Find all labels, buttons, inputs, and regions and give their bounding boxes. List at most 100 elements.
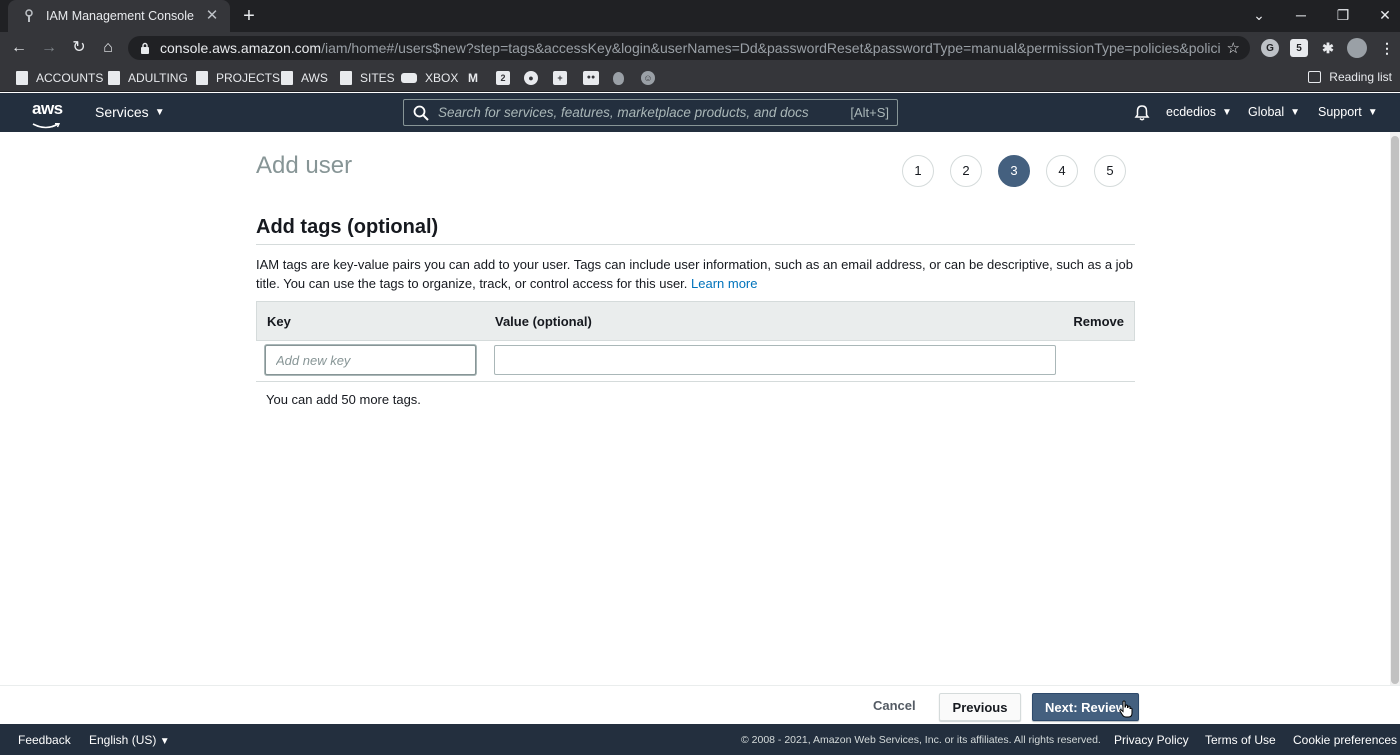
hand-cursor-icon: [1119, 700, 1133, 718]
reload-icon[interactable]: ↻: [68, 37, 90, 59]
tab-title: IAM Management Console: [46, 9, 194, 23]
reading-list[interactable]: Reading list: [1308, 70, 1392, 84]
new-tab-button[interactable]: +: [238, 5, 260, 27]
tab-search-icon[interactable]: ⌄: [1246, 4, 1272, 26]
bookmark-plus[interactable]: +: [553, 70, 567, 86]
folder-icon: [340, 71, 352, 85]
github-icon: ●: [524, 71, 538, 85]
bookmark-medium[interactable]: ●●: [583, 70, 599, 86]
extensions-puzzle-icon[interactable]: ✱: [1319, 39, 1337, 57]
lock-icon[interactable]: [140, 41, 152, 55]
account-menu[interactable]: ecdedios ▼: [1166, 105, 1232, 119]
learn-more-link[interactable]: Learn more: [691, 276, 757, 291]
previous-button[interactable]: Previous: [939, 693, 1021, 721]
column-key: Key: [267, 314, 291, 329]
home-icon[interactable]: ⌂: [97, 37, 119, 59]
bookmark-label: ADULTING: [128, 71, 188, 85]
bookmark-star-icon[interactable]: ☆: [1227, 39, 1240, 57]
page-title: Add user: [256, 152, 353, 179]
bookmark-accounts[interactable]: ACCOUNTS: [16, 70, 103, 86]
services-label: Services: [95, 104, 149, 120]
tags-table-header: Key Value (optional) Remove: [256, 301, 1135, 341]
url-host: console.aws.amazon.com: [160, 40, 322, 56]
support-label: Support: [1318, 105, 1362, 119]
forward-icon[interactable]: →: [38, 37, 60, 59]
aws-footer: Feedback English (US) ▼ © 2008 - 2021, A…: [0, 724, 1400, 755]
tab-close-icon[interactable]: ✕: [204, 8, 220, 24]
maximize-icon[interactable]: ❐: [1330, 4, 1356, 26]
feedback-link[interactable]: Feedback: [18, 733, 71, 747]
wizard-action-bar: Cancel Previous Next: Review: [0, 685, 1400, 724]
account-name: ecdedios: [1166, 105, 1217, 119]
reddit-icon: ☺: [641, 71, 655, 85]
address-bar[interactable]: console.aws.amazon.com/iam/home#/users$n…: [128, 36, 1250, 60]
notifications-bell-icon[interactable]: [1133, 104, 1151, 122]
search-input[interactable]: [438, 105, 851, 120]
tag-value-input[interactable]: [494, 345, 1056, 375]
aws-smile-icon: [32, 122, 61, 129]
wizard-step-1[interactable]: 1: [902, 155, 934, 187]
caret-down-icon: ▼: [159, 736, 170, 747]
bookmark-sites[interactable]: SITES: [340, 70, 395, 86]
back-icon[interactable]: ←: [8, 37, 30, 59]
bookmark-2[interactable]: 2: [496, 70, 510, 86]
services-menu[interactable]: Services ▼: [95, 104, 165, 120]
url-text[interactable]: console.aws.amazon.com/iam/home#/users$n…: [160, 40, 1221, 56]
b-icon: 2: [496, 71, 510, 85]
bookmark-label: ACCOUNTS: [36, 71, 104, 85]
bookmark-label: PROJECTS: [216, 71, 281, 85]
privacy-policy-link[interactable]: Privacy Policy: [1114, 733, 1189, 747]
bookmark-github[interactable]: ●: [524, 70, 538, 86]
bookmark-label: AWS: [301, 71, 328, 85]
medium-icon: ●●: [583, 71, 599, 85]
region-menu[interactable]: Global ▼: [1248, 105, 1300, 119]
iam-favicon-icon: [22, 9, 36, 23]
cookie-preferences-link[interactable]: Cookie preferences: [1293, 733, 1397, 747]
remaining-tags-text: You can add 50 more tags.: [266, 392, 421, 407]
cancel-button[interactable]: Cancel: [860, 692, 929, 720]
browser-menu-icon[interactable]: ⋮: [1378, 39, 1396, 57]
wizard-step-5[interactable]: 5: [1094, 155, 1126, 187]
folder-icon: [281, 71, 293, 85]
browser-tabstrip: IAM Management Console ✕ + ⌄ ─ ❐ ✕: [0, 0, 1400, 32]
support-menu[interactable]: Support ▼: [1318, 105, 1378, 119]
bookmark-reddit[interactable]: ☺: [641, 70, 655, 86]
shield-extension-icon[interactable]: 5: [1290, 39, 1308, 57]
tags-table: Key Value (optional) Remove: [256, 301, 1135, 382]
bookmark-gmail[interactable]: M: [466, 70, 480, 86]
gamepad-icon: [401, 73, 417, 83]
bookmark-apple[interactable]: [613, 70, 624, 86]
browser-tab[interactable]: IAM Management Console ✕: [8, 0, 230, 32]
wizard-step-3-current[interactable]: 3: [998, 155, 1030, 187]
wizard-step-4[interactable]: 4: [1046, 155, 1078, 187]
caret-down-icon: ▼: [1367, 106, 1378, 118]
console-search[interactable]: [Alt+S]: [403, 99, 898, 126]
url-path: /iam/home#/users$new?step=tags&accessKey…: [321, 40, 1221, 56]
bookmark-projects[interactable]: PROJECTS: [196, 70, 280, 86]
wizard-step-2[interactable]: 2: [950, 155, 982, 187]
page-scrollbar[interactable]: [1390, 132, 1400, 685]
bookmark-adulting[interactable]: ADULTING: [108, 70, 188, 86]
aws-console-header: aws Services ▼ [Alt+S] ecdedios ▼ Global ▼…: [0, 93, 1400, 132]
close-window-icon[interactable]: ✕: [1372, 4, 1398, 26]
extension-badge: 5: [1296, 42, 1302, 54]
copyright-text: © 2008 - 2021, Amazon Web Services, Inc.…: [741, 734, 1101, 746]
section-title: Add tags (optional): [256, 216, 439, 238]
bookmark-aws[interactable]: AWS: [281, 70, 328, 86]
bookmarks-bar: ACCOUNTS ADULTING PROJECTS AWS SITES XBO…: [0, 64, 1400, 92]
plus-icon: +: [553, 71, 567, 85]
profile-avatar[interactable]: [1347, 38, 1367, 58]
folder-icon: [108, 71, 120, 85]
scrollbar-thumb[interactable]: [1391, 136, 1399, 684]
bookmark-label: SITES: [360, 71, 395, 85]
grammarly-icon[interactable]: G: [1261, 39, 1279, 57]
caret-down-icon: ▼: [154, 106, 165, 118]
table-row: [256, 341, 1135, 382]
terms-of-use-link[interactable]: Terms of Use: [1205, 733, 1276, 747]
minimize-icon[interactable]: ─: [1288, 4, 1314, 26]
language-selector[interactable]: English (US) ▼: [89, 733, 170, 747]
aws-logo[interactable]: aws: [32, 100, 66, 129]
main-content: [0, 132, 1390, 685]
bookmark-xbox[interactable]: XBOX: [401, 70, 458, 86]
tag-key-input[interactable]: [265, 345, 476, 375]
